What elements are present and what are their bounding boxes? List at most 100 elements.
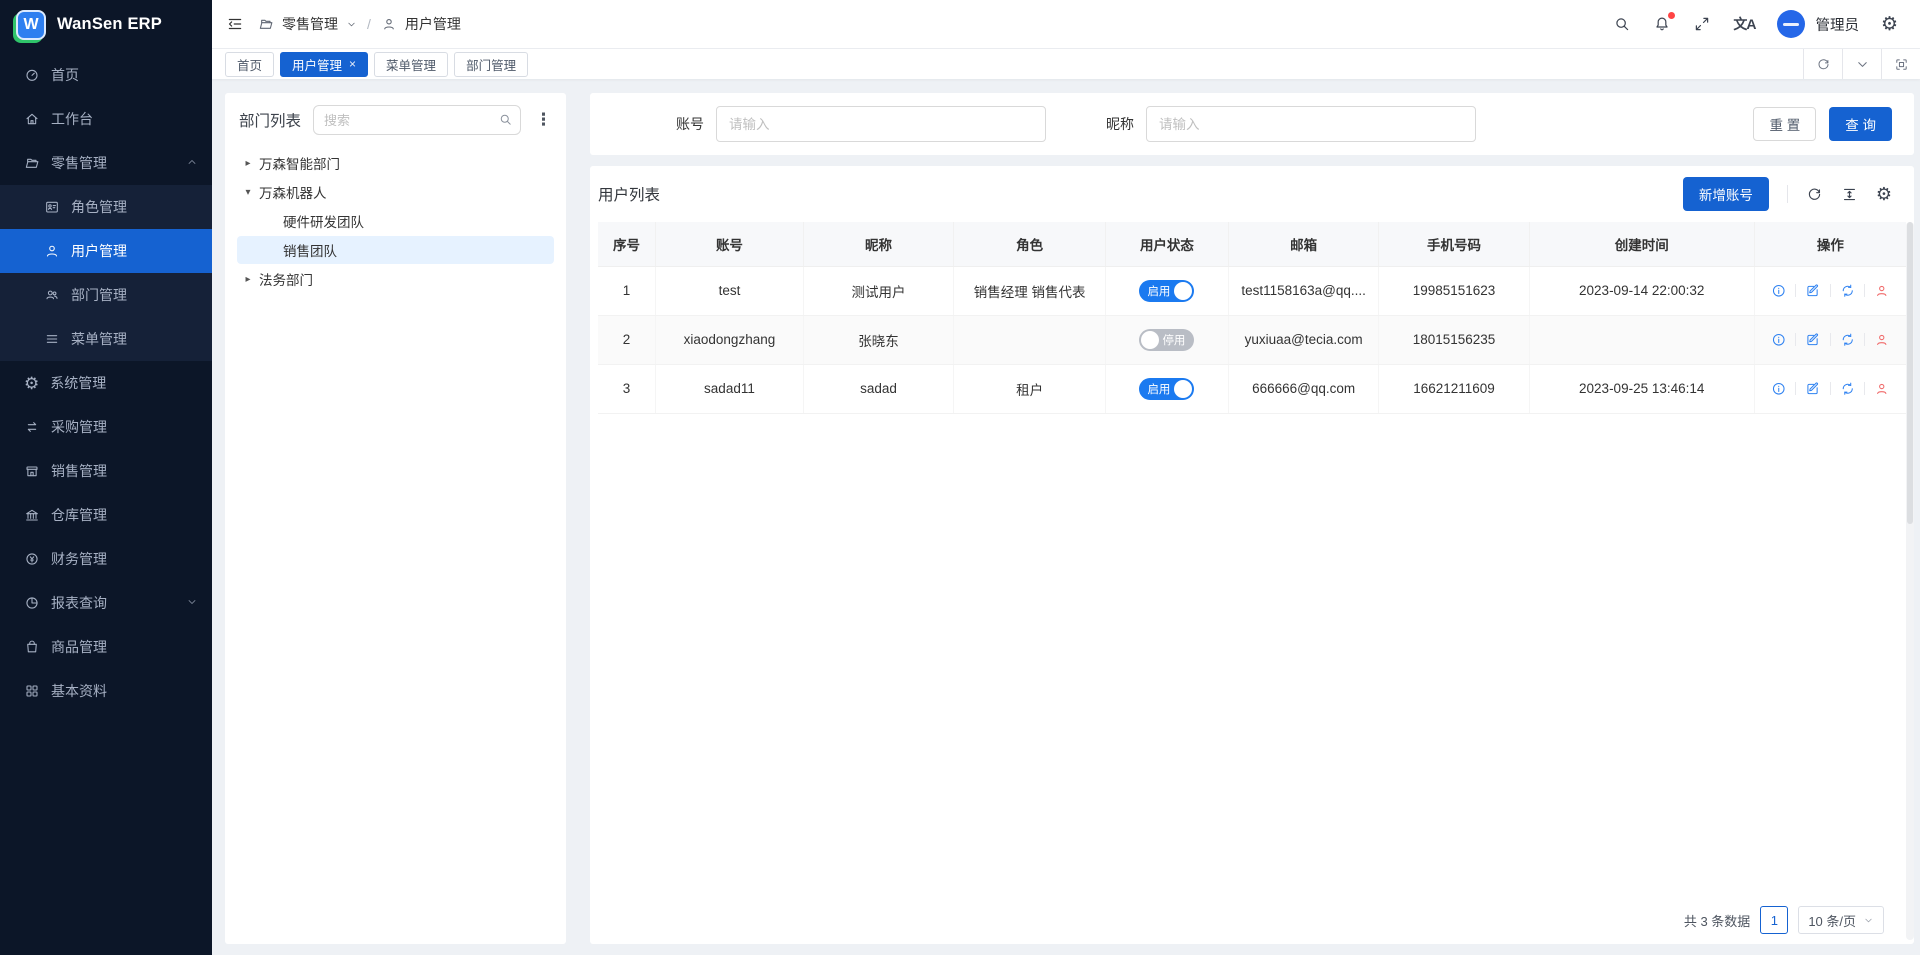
department-tree: ▸万森智能部门 ▾万森机器人 硬件研发团队 销售团队 ▸法务部门 bbox=[237, 147, 554, 294]
remove-user-button[interactable] bbox=[1874, 381, 1890, 397]
row-height-icon[interactable] bbox=[1841, 186, 1858, 203]
sidebar-item-finance[interactable]: 财务管理 bbox=[0, 537, 212, 581]
reset-button[interactable]: 重 置 bbox=[1753, 107, 1816, 141]
tab-dept-management[interactable]: 部门管理 bbox=[454, 52, 528, 77]
content-fullscreen-button[interactable] bbox=[1881, 49, 1920, 79]
tab-list-dropdown[interactable] bbox=[1842, 49, 1881, 79]
tab-user-management[interactable]: 用户管理× bbox=[280, 52, 368, 77]
chevron-down-icon bbox=[1855, 57, 1870, 72]
info-button[interactable] bbox=[1771, 381, 1787, 397]
bell-icon[interactable] bbox=[1653, 15, 1671, 33]
status-toggle[interactable]: 启用 bbox=[1139, 280, 1194, 302]
maximize-icon bbox=[1894, 57, 1909, 72]
close-icon[interactable]: × bbox=[349, 57, 356, 71]
caret-icon[interactable]: ▾ bbox=[237, 187, 259, 198]
department-panel-header: 部门列表 ⋮ bbox=[237, 103, 554, 147]
fullscreen-icon[interactable] bbox=[1693, 15, 1711, 33]
grid-icon bbox=[24, 683, 40, 699]
main-column: 零售管理 / 用户管理 文A 管理员 ⚙ 首页 用户管理× bbox=[212, 0, 1920, 955]
sidebar-item-basic-data[interactable]: 基本资料 bbox=[0, 669, 212, 713]
tab-menu-management[interactable]: 菜单管理 bbox=[374, 52, 448, 77]
breadcrumb-section[interactable]: 零售管理 bbox=[282, 14, 338, 34]
remove-user-button[interactable] bbox=[1874, 332, 1890, 348]
settings-gear-icon[interactable]: ⚙ bbox=[1881, 15, 1898, 34]
filter-bar: 账号 昵称 重 置 查 询 bbox=[590, 93, 1914, 155]
col-nickname: 昵称 bbox=[803, 222, 953, 266]
warehouse-icon bbox=[24, 507, 40, 523]
caret-icon[interactable]: ▸ bbox=[237, 274, 259, 285]
edit-button[interactable] bbox=[1805, 332, 1821, 348]
info-button[interactable] bbox=[1771, 283, 1787, 299]
col-created: 创建时间 bbox=[1529, 222, 1754, 266]
sidebar-item-sales[interactable]: 销售管理 bbox=[0, 449, 212, 493]
role-icon bbox=[44, 199, 60, 215]
row-actions bbox=[1761, 381, 1900, 397]
remove-user-button[interactable] bbox=[1874, 283, 1890, 299]
workbench-icon bbox=[24, 111, 40, 127]
reset-password-button[interactable] bbox=[1840, 332, 1856, 348]
notification-dot bbox=[1668, 12, 1675, 19]
translate-icon[interactable]: 文A bbox=[1733, 14, 1755, 34]
table-header-row: 序号 账号 昵称 角色 用户状态 邮箱 手机号码 创建时间 操作 bbox=[598, 222, 1906, 266]
edit-button[interactable] bbox=[1805, 283, 1821, 299]
chevron-down-icon[interactable] bbox=[346, 19, 357, 30]
sidebar-item-purchase[interactable]: 采购管理 bbox=[0, 405, 212, 449]
reset-password-button[interactable] bbox=[1840, 381, 1856, 397]
sidebar-item-retail[interactable]: 零售管理 bbox=[0, 141, 212, 185]
sidebar-item-home[interactable]: 首页 bbox=[0, 53, 212, 97]
tree-item[interactable]: 销售团队 bbox=[237, 236, 554, 264]
info-button[interactable] bbox=[1771, 332, 1787, 348]
logo-icon: W bbox=[16, 10, 46, 40]
tree-item[interactable]: ▾万森机器人 bbox=[237, 178, 554, 206]
vertical-scrollbar[interactable] bbox=[1906, 222, 1914, 940]
sidebar-collapse-button[interactable] bbox=[226, 15, 244, 33]
chevron-up-icon bbox=[186, 155, 198, 171]
status-toggle[interactable]: 启用 bbox=[1139, 378, 1194, 400]
sidebar-item-products[interactable]: 商品管理 bbox=[0, 625, 212, 669]
department-search-input[interactable] bbox=[313, 105, 521, 135]
sidebar-item-users[interactable]: 用户管理 bbox=[0, 229, 212, 273]
nickname-filter: 昵称 bbox=[1106, 106, 1476, 142]
user-icon bbox=[44, 243, 60, 259]
caret-icon[interactable]: ▸ bbox=[237, 158, 259, 169]
scrollbar-thumb[interactable] bbox=[1907, 222, 1913, 524]
pagination: 共 3 条数据 1 10 条/页 bbox=[598, 896, 1906, 944]
refresh-table-icon[interactable] bbox=[1806, 186, 1823, 203]
search-icon[interactable] bbox=[1613, 15, 1631, 33]
search-button[interactable]: 查 询 bbox=[1829, 107, 1892, 141]
sidebar-item-system[interactable]: ⚙系统管理 bbox=[0, 361, 212, 405]
sidebar-item-reports[interactable]: 报表查询 bbox=[0, 581, 212, 625]
user-menu[interactable]: 管理员 bbox=[1777, 10, 1859, 38]
tree-item[interactable]: 硬件研发团队 bbox=[237, 207, 554, 235]
purchase-icon bbox=[24, 419, 40, 435]
total-count: 共 3 条数据 bbox=[1684, 911, 1750, 930]
column-settings-icon[interactable]: ⚙ bbox=[1876, 185, 1892, 203]
edit-button[interactable] bbox=[1805, 381, 1821, 397]
tree-item[interactable]: ▸万森智能部门 bbox=[237, 149, 554, 177]
topbar: 零售管理 / 用户管理 文A 管理员 ⚙ bbox=[212, 0, 1920, 49]
kebab-menu-icon[interactable]: ⋮ bbox=[533, 110, 554, 130]
search-icon[interactable] bbox=[498, 112, 513, 130]
sidebar-item-workbench[interactable]: 工作台 bbox=[0, 97, 212, 141]
page-size-select[interactable]: 10 条/页 bbox=[1798, 906, 1884, 934]
app-root: W WanSen ERP 首页 工作台 零售管理 角色管理 用户管理 部门管理 … bbox=[0, 0, 1920, 955]
user-name: 管理员 bbox=[1815, 14, 1859, 35]
sidebar-item-menus[interactable]: 菜单管理 bbox=[0, 317, 212, 361]
sidebar-item-roles[interactable]: 角色管理 bbox=[0, 185, 212, 229]
nickname-input[interactable] bbox=[1146, 106, 1476, 142]
sidebar-item-warehouse[interactable]: 仓库管理 bbox=[0, 493, 212, 537]
sidebar-item-departments[interactable]: 部门管理 bbox=[0, 273, 212, 317]
refresh-icon bbox=[1816, 57, 1831, 72]
tree-item[interactable]: ▸法务部门 bbox=[237, 265, 554, 293]
account-input[interactable] bbox=[716, 106, 1046, 142]
page-button-1[interactable]: 1 bbox=[1760, 906, 1788, 934]
add-account-button[interactable]: 新增账号 bbox=[1683, 177, 1769, 211]
refresh-tab-button[interactable] bbox=[1803, 49, 1842, 79]
menu-icon bbox=[44, 331, 60, 347]
tab-home[interactable]: 首页 bbox=[225, 52, 274, 77]
reset-password-button[interactable] bbox=[1840, 283, 1856, 299]
user-list-header: 用户列表 新增账号 ⚙ bbox=[598, 166, 1906, 222]
menu-fold-icon bbox=[226, 15, 244, 33]
status-toggle[interactable]: 停用 bbox=[1139, 329, 1194, 351]
department-panel-title: 部门列表 bbox=[239, 109, 301, 131]
